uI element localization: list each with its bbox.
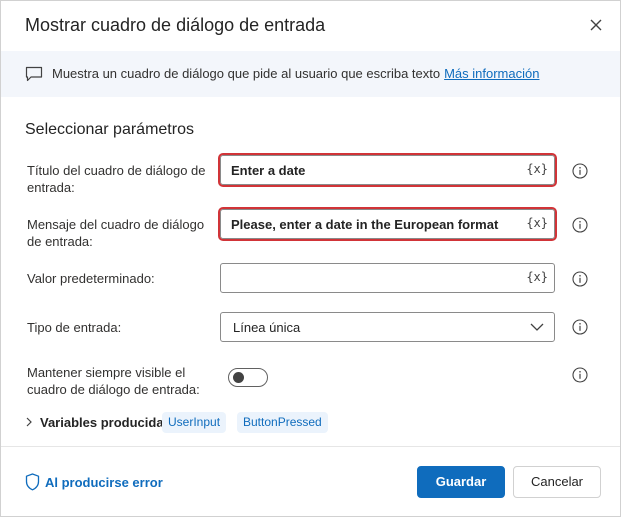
input-type-label: Tipo de entrada: [27,320,122,335]
footer-divider [1,446,620,447]
variable-picker-button[interactable]: {x} [526,270,548,284]
message-input-value: Please, enter a date in the European for… [231,217,499,232]
save-button[interactable]: Guardar [417,466,505,498]
message-label: Mensaje del cuadro de diálogo de entrada… [27,217,205,249]
chevron-down-icon [530,323,544,331]
dialog-header: Mostrar cuadro de diálogo de entrada [1,1,620,51]
info-icon[interactable] [572,217,588,233]
variable-picker-button[interactable]: {x} [526,162,548,176]
chevron-right-icon [26,417,32,427]
info-icon[interactable] [572,271,588,287]
on-error-label: Al producirse error [45,475,163,490]
default-value-label: Valor predeterminado: [27,271,155,286]
variables-produced-label: Variables producidas [40,415,171,430]
cancel-button[interactable]: Cancelar [513,466,601,498]
message-input[interactable]: Please, enter a date in the European for… [218,207,557,241]
section-title: Seleccionar parámetros [25,121,194,138]
variable-picker-button[interactable]: {x} [526,216,548,230]
close-icon [590,19,602,31]
default-value-input[interactable]: {x} [220,263,555,293]
close-button[interactable] [584,13,608,37]
shield-icon [25,473,40,491]
input-type-select[interactable]: Línea única [220,312,555,342]
info-icon[interactable] [572,163,588,179]
dialog-title: Mostrar cuadro de diálogo de entrada [25,15,326,35]
info-description: Muestra un cuadro de diálogo que pide al… [52,66,441,81]
title-input[interactable]: Enter a date {x} [218,153,557,187]
info-bar: Muestra un cuadro de diálogo que pide al… [1,51,620,97]
dialog: Mostrar cuadro de diálogo de entrada Mue… [0,0,621,517]
keep-visible-toggle[interactable] [228,368,268,387]
info-icon[interactable] [572,319,588,335]
info-icon[interactable] [572,367,588,383]
message-icon [25,66,43,82]
title-input-value: Enter a date [231,163,306,178]
input-type-value: Línea única [233,320,301,335]
title-label: Título del cuadro de diálogo de entrada: [27,163,206,195]
variable-chip-buttonpressed[interactable]: ButtonPressed [237,412,328,433]
keep-visible-label: Mantener siempre visible el cuadro de di… [27,365,200,397]
variable-chip-userinput[interactable]: UserInput [162,412,227,433]
info-text: Muestra un cuadro de diálogo que pide al… [52,66,539,81]
more-info-link[interactable]: Más información [444,66,539,81]
toggle-knob [233,372,244,383]
